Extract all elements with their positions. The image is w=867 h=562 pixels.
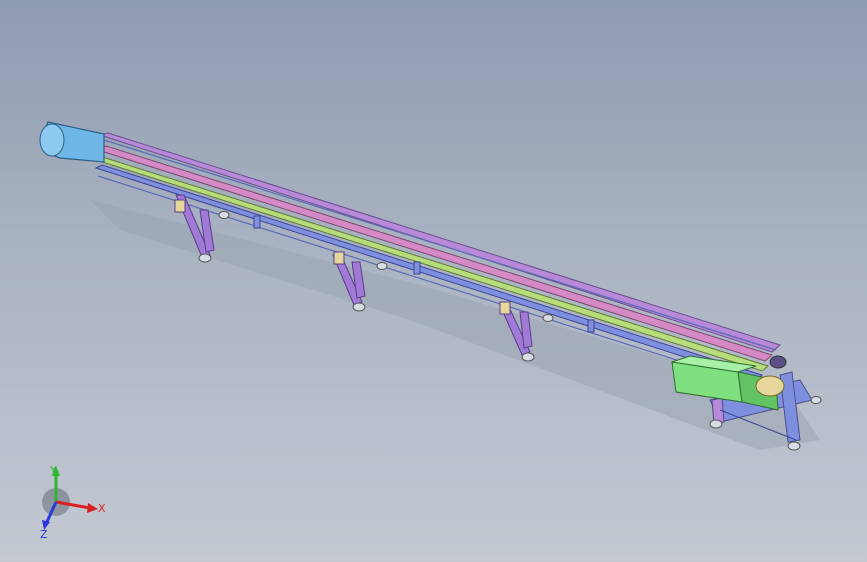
conveyor-model[interactable] [0,0,867,562]
frame-edge-lower [97,175,753,385]
x-axis-head [87,503,98,513]
head-pulley [39,123,65,157]
x-axis-label: X [98,502,106,515]
conveyor-lower-frame [94,164,764,381]
conveyor-green-rail [94,156,770,372]
axis-triad: Y X Z [40,464,106,541]
3d-viewport[interactable]: Y X Z [0,0,867,562]
frame-bracket [587,319,595,333]
frame-bracket [253,215,261,229]
y-axis-label: Y [49,464,57,477]
frame-bracket [413,261,421,275]
z-axis-label: Z [40,528,48,541]
